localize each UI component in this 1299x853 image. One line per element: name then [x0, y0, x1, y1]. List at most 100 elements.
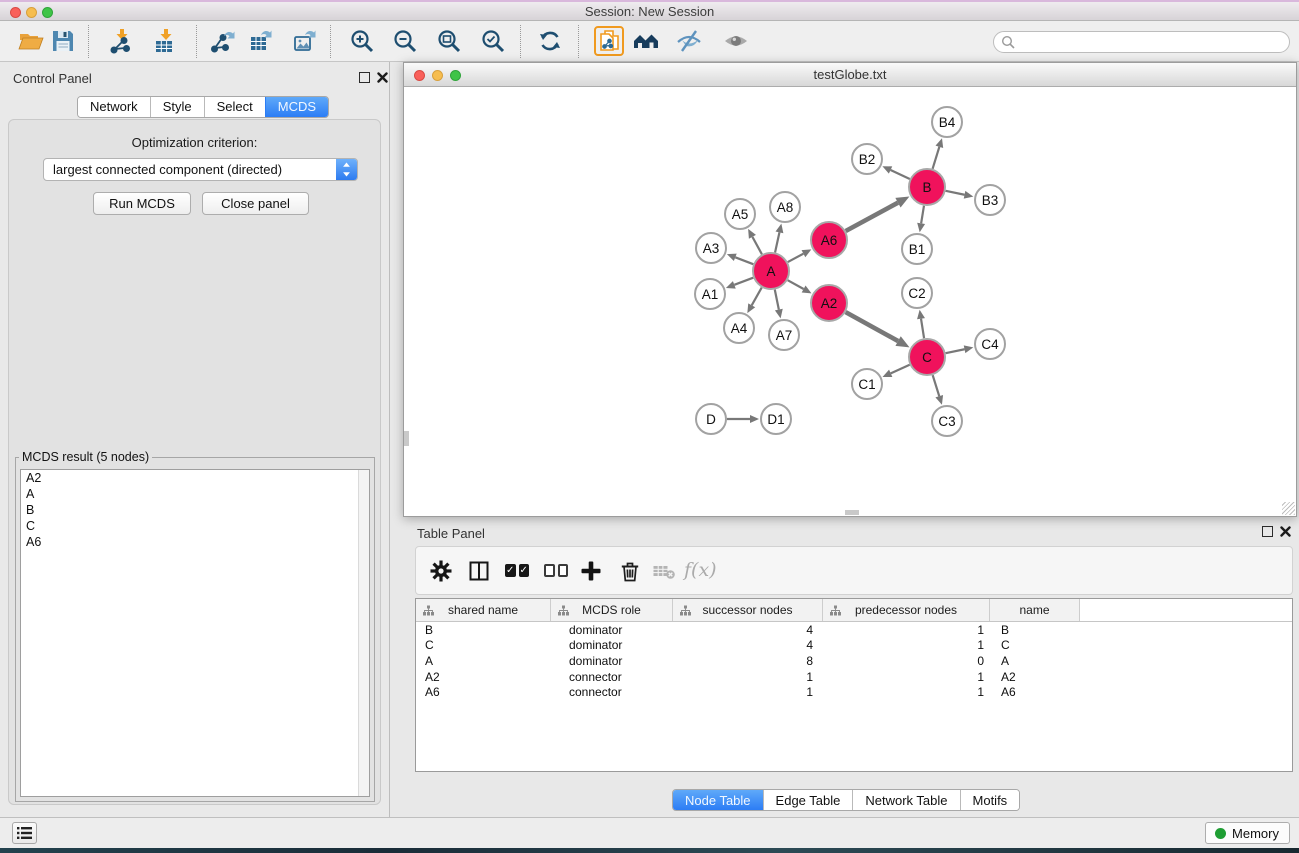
table-row[interactable]: A2connector11A2: [416, 669, 1292, 685]
checked-box-icon: ✓: [505, 564, 516, 577]
table-tabs: Node Table Edge Table Network Table Moti…: [672, 789, 1020, 811]
network-from-document-icon[interactable]: [594, 26, 624, 56]
graph-node-C1[interactable]: C1: [851, 368, 883, 400]
table-cell: connector: [551, 685, 673, 699]
graph-node-B[interactable]: B: [908, 168, 946, 206]
close-panel-icon[interactable]: [377, 72, 388, 83]
import-table-icon[interactable]: [152, 28, 178, 54]
tab-network-table[interactable]: Network Table: [852, 790, 959, 810]
close-panel-button[interactable]: Close panel: [202, 192, 309, 215]
graph-node-A3[interactable]: A3: [695, 232, 727, 264]
add-column-icon[interactable]: [579, 559, 603, 583]
split-columns-icon[interactable]: [467, 559, 491, 583]
task-history-button[interactable]: [12, 822, 37, 844]
tab-edge-table[interactable]: Edge Table: [763, 790, 853, 810]
memory-button[interactable]: Memory: [1205, 822, 1290, 844]
column-header-mcds-role[interactable]: MCDS role: [551, 599, 673, 621]
export-network-icon[interactable]: [210, 28, 236, 54]
column-header-predecessor-nodes[interactable]: predecessor nodes: [823, 599, 990, 621]
graph-node-C[interactable]: C: [908, 338, 946, 376]
toolbar-separator: [578, 25, 579, 58]
attribute-type-icon: [680, 605, 691, 616]
graph-node-C2[interactable]: C2: [901, 277, 933, 309]
table-row[interactable]: Adominator80A: [416, 653, 1292, 669]
column-header-shared-name[interactable]: shared name: [416, 599, 551, 621]
table-panel-title: Table Panel: [417, 526, 485, 541]
home-views-icon[interactable]: [633, 28, 659, 54]
search-input[interactable]: [1020, 33, 1281, 51]
table-cell: B: [990, 623, 1080, 637]
toolbar-separator: [196, 25, 197, 58]
float-panel-icon[interactable]: [359, 72, 370, 83]
mcds-result-item[interactable]: A2: [21, 470, 369, 486]
import-network-icon[interactable]: [108, 28, 134, 54]
graph-node-B4[interactable]: B4: [931, 106, 963, 138]
resize-grip[interactable]: [1282, 502, 1295, 515]
tab-mcds[interactable]: MCDS: [265, 97, 328, 117]
graph-node-A6[interactable]: A6: [810, 221, 848, 259]
result-list-scrollbar[interactable]: [358, 470, 369, 796]
mcds-result-item[interactable]: A6: [21, 534, 369, 550]
tab-motifs[interactable]: Motifs: [960, 790, 1020, 810]
column-header-name[interactable]: name: [990, 599, 1080, 621]
graph-node-D[interactable]: D: [695, 403, 727, 435]
tab-style[interactable]: Style: [150, 97, 204, 117]
table-row[interactable]: Bdominator41B: [416, 622, 1292, 638]
mcds-result-item[interactable]: B: [21, 502, 369, 518]
run-mcds-button[interactable]: Run MCDS: [93, 192, 191, 215]
criterion-value: largest connected component (directed): [53, 162, 282, 177]
mcds-result-list[interactable]: A2ABCA6: [20, 469, 370, 797]
hide-panel-icon[interactable]: [676, 28, 702, 54]
table-row[interactable]: Cdominator41C: [416, 638, 1292, 654]
network-canvas[interactable]: B4 B2 B B3 A8 A5 A6 A3 B1 A A1 C2 A2 A4 A7 C4 C C1 C3 D D1: [404, 88, 1296, 516]
deselect-checkboxes-icon[interactable]: [544, 559, 568, 583]
table-cell: C: [990, 638, 1080, 652]
select-all-checkboxes-icon[interactable]: ✓ ✓: [505, 559, 529, 583]
table-row[interactable]: A6connector11A6: [416, 684, 1292, 700]
table-cell: 1: [823, 638, 990, 652]
graph-node-D1[interactable]: D1: [760, 403, 792, 435]
graph-node-C3[interactable]: C3: [931, 405, 963, 437]
search-field[interactable]: [993, 31, 1290, 53]
graph-node-B2[interactable]: B2: [851, 143, 883, 175]
settings-gear-icon[interactable]: [429, 559, 453, 583]
save-session-icon[interactable]: [50, 28, 76, 54]
zoom-fit-icon[interactable]: [436, 28, 462, 54]
column-header-successor-nodes[interactable]: successor nodes: [673, 599, 823, 621]
vertical-scrollbar-thumb[interactable]: [404, 431, 409, 446]
show-panel-icon[interactable]: [723, 28, 749, 54]
open-file-icon[interactable]: [18, 28, 44, 54]
zoom-selected-icon[interactable]: [480, 28, 506, 54]
graph-node-B3[interactable]: B3: [974, 184, 1006, 216]
graph-node-A7[interactable]: A7: [768, 319, 800, 351]
table-cell: connector: [551, 670, 673, 684]
tab-node-table[interactable]: Node Table: [673, 790, 763, 810]
export-image-icon[interactable]: [292, 28, 318, 54]
graph-node-A2[interactable]: A2: [810, 284, 848, 322]
graph-node-A5[interactable]: A5: [724, 198, 756, 230]
zoom-in-icon[interactable]: [349, 28, 375, 54]
table-cell: B: [416, 623, 551, 637]
graph-node-A8[interactable]: A8: [769, 191, 801, 223]
graph-node-C4[interactable]: C4: [974, 328, 1006, 360]
graph-node-A[interactable]: A: [752, 252, 790, 290]
mcds-result-item[interactable]: C: [21, 518, 369, 534]
zoom-out-icon[interactable]: [392, 28, 418, 54]
graph-node-B1[interactable]: B1: [901, 233, 933, 265]
refresh-icon[interactable]: [537, 28, 563, 54]
mcds-result-item[interactable]: A: [21, 486, 369, 502]
optimization-criterion-label: Optimization criterion:: [9, 135, 380, 150]
criterion-dropdown[interactable]: largest connected component (directed): [43, 158, 358, 181]
unchecked-box-icon: [558, 564, 569, 577]
graph-node-A1[interactable]: A1: [694, 278, 726, 310]
float-table-panel-icon[interactable]: [1262, 526, 1273, 537]
horizontal-scrollbar-thumb[interactable]: [845, 510, 859, 515]
close-table-panel-icon[interactable]: [1280, 526, 1291, 537]
tab-network[interactable]: Network: [78, 97, 150, 117]
graph-node-A4[interactable]: A4: [723, 312, 755, 344]
export-table-icon[interactable]: [248, 28, 274, 54]
node-table: shared name MCDS role successor nodes pr…: [415, 598, 1293, 772]
network-window-titlebar[interactable]: testGlobe.txt: [404, 63, 1296, 87]
tab-select[interactable]: Select: [204, 97, 265, 117]
delete-column-icon[interactable]: [618, 559, 642, 583]
